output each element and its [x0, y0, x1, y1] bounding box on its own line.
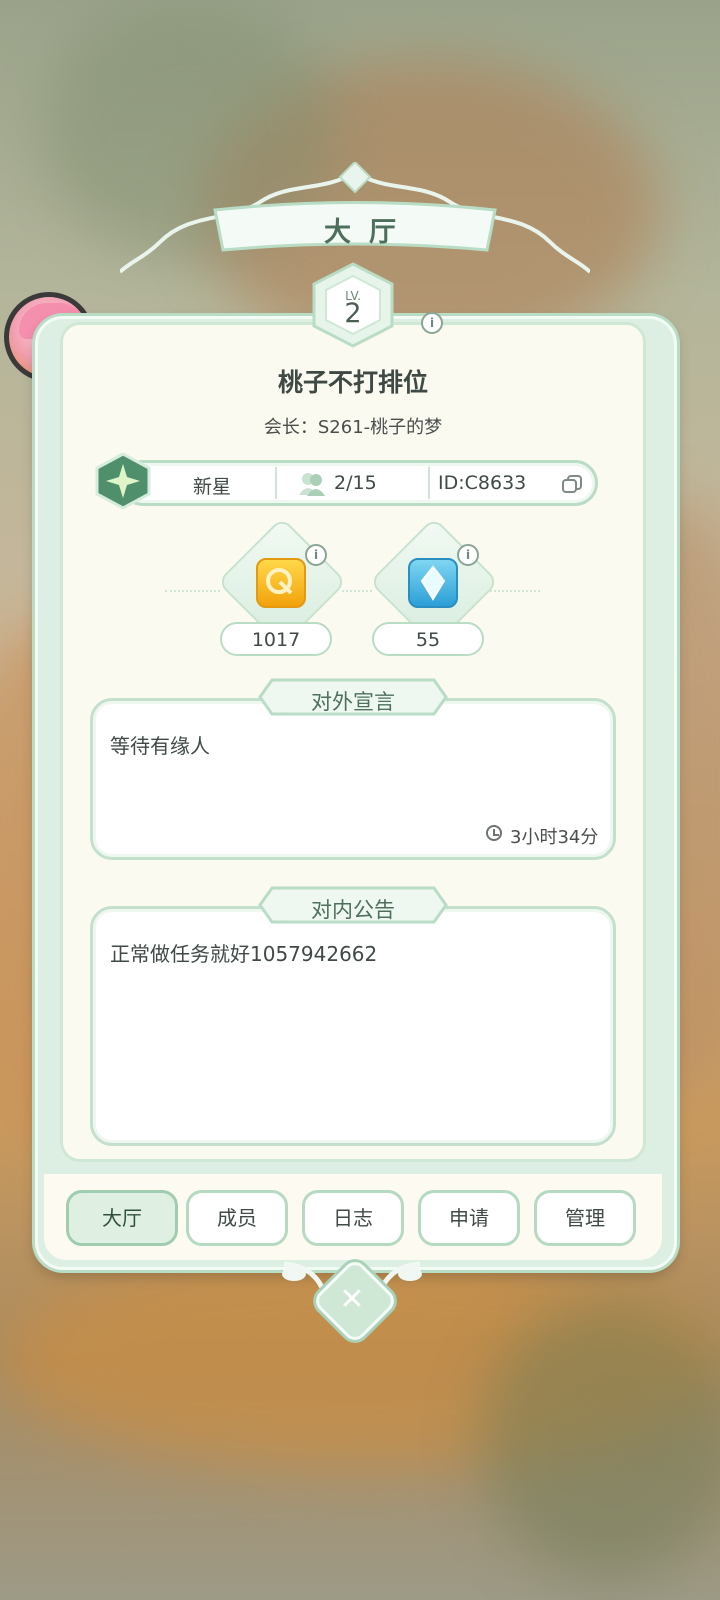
decorative-dots — [342, 590, 372, 594]
declaration-time: 3小时34分 — [510, 827, 599, 848]
divider — [428, 467, 430, 499]
info-icon[interactable]: i — [457, 544, 479, 566]
close-icon[interactable]: ✕ — [324, 1272, 380, 1328]
divider — [275, 467, 277, 499]
members-icon — [299, 473, 325, 496]
blue-crystal-icon — [408, 558, 458, 608]
member-count: 2/15 — [334, 472, 377, 494]
tab-members[interactable]: 成员 — [186, 1190, 288, 1246]
gold-token-icon — [256, 558, 306, 608]
star-rank-icon — [95, 452, 151, 510]
declaration-text: 等待有缘人 — [110, 734, 210, 758]
crystal-value: 55 — [372, 622, 484, 656]
declaration-title: 对外宣言 — [311, 690, 395, 714]
gold-value: 1017 — [220, 622, 332, 656]
page-title: 大厅 — [324, 217, 414, 248]
guild-name: 桃子不打排位 — [277, 368, 428, 397]
tab-manage[interactable]: 管理 — [534, 1190, 636, 1246]
tab-log[interactable]: 日志 — [302, 1190, 404, 1246]
guild-id: ID:C8633 — [438, 472, 527, 494]
decorative-dots — [165, 590, 220, 594]
tab-applications[interactable]: 申请 — [418, 1190, 520, 1246]
tab-hall[interactable]: 大厅 — [66, 1190, 178, 1246]
decorative-dots — [490, 590, 540, 594]
copy-icon[interactable] — [561, 474, 583, 494]
level-value: 2 — [344, 298, 362, 329]
guild-leader: 会长：S261-桃子的梦 — [263, 417, 443, 438]
info-icon[interactable]: i — [305, 544, 327, 566]
info-icon[interactable]: i — [421, 312, 443, 334]
clock-icon — [486, 825, 502, 841]
guild-rank: 新星 — [192, 476, 231, 498]
notice-text: 正常做任务就好1057942662 — [110, 942, 378, 966]
notice-title: 对内公告 — [311, 898, 395, 922]
